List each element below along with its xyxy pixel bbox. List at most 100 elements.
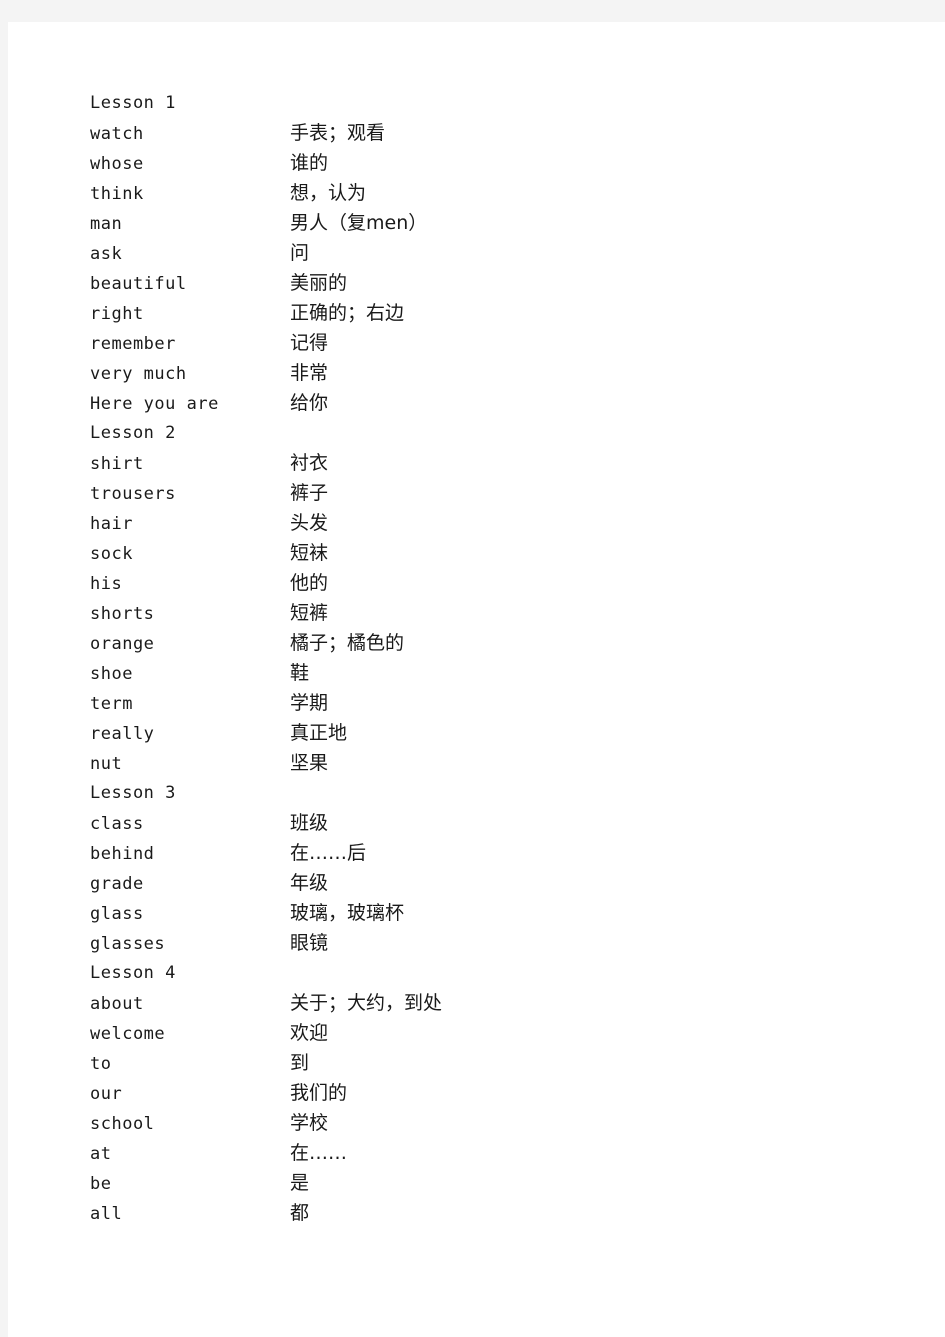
vocabulary-row: sock 短袜 <box>90 538 890 568</box>
vocabulary-definition: 关于；大约，到处 <box>290 992 443 1014</box>
vocabulary-definition: 玻璃，玻璃杯 <box>290 902 405 924</box>
vocabulary-row: shorts 短裤 <box>90 598 890 628</box>
vocabulary-term: our <box>90 1084 123 1104</box>
vocabulary-term: sock <box>90 544 133 564</box>
vocabulary-term: be <box>90 1174 112 1194</box>
vocabulary-term: really <box>90 724 155 744</box>
vocabulary-definition: 学校 <box>290 1112 329 1134</box>
vocabulary-row: class 班级 <box>90 808 890 838</box>
vocabulary-term: watch <box>90 124 144 144</box>
vocabulary-row: about 关于；大约，到处 <box>90 988 890 1018</box>
vocabulary-row: school 学校 <box>90 1108 890 1138</box>
vocabulary-row: at 在…… <box>90 1138 890 1168</box>
vocabulary-term: think <box>90 184 144 204</box>
vocabulary-definition: 短袜 <box>290 542 329 564</box>
vocabulary-row: right 正确的；右边 <box>90 298 890 328</box>
vocabulary-row: nut 坚果 <box>90 748 890 778</box>
vocabulary-term: about <box>90 994 144 1014</box>
vocabulary-row: term 学期 <box>90 688 890 718</box>
vocabulary-definition: 橘子；橘色的 <box>290 632 405 654</box>
vocabulary-row: really 真正地 <box>90 718 890 748</box>
vocabulary-row: grade 年级 <box>90 868 890 898</box>
vocabulary-definition: 真正地 <box>290 722 348 744</box>
vocabulary-row: his 他的 <box>90 568 890 598</box>
lesson-heading-label: Lesson 1 <box>90 93 176 113</box>
vocabulary-definition: 正确的；右边 <box>290 302 405 324</box>
lesson-heading-label: Lesson 3 <box>90 783 176 803</box>
lesson-heading-label: Lesson 4 <box>90 963 176 983</box>
vocabulary-row: whose 谁的 <box>90 148 890 178</box>
vocabulary-term: shirt <box>90 454 144 474</box>
vocabulary-definition: 男人（复men） <box>290 212 428 234</box>
vocabulary-definition: 非常 <box>290 362 329 384</box>
vocabulary-term: shorts <box>90 604 155 624</box>
vocabulary-term: glasses <box>90 934 166 954</box>
vocabulary-row: to 到 <box>90 1048 890 1078</box>
vocabulary-definition: 记得 <box>290 332 329 354</box>
vocabulary-term: glass <box>90 904 144 924</box>
vocabulary-term: trousers <box>90 484 176 504</box>
vocabulary-definition: 头发 <box>290 512 329 534</box>
vocabulary-definition: 裤子 <box>290 482 329 504</box>
vocabulary-definition: 欢迎 <box>290 1022 329 1044</box>
vocabulary-term: term <box>90 694 133 714</box>
vocabulary-definition: 坚果 <box>290 752 329 774</box>
vocabulary-term: whose <box>90 154 144 174</box>
vocabulary-row: hair 头发 <box>90 508 890 538</box>
vocabulary-term: ask <box>90 244 123 264</box>
vocabulary-definition: 我们的 <box>290 1082 348 1104</box>
vocabulary-definition: 问 <box>290 242 310 264</box>
vocabulary-definition: 在…… <box>290 1142 348 1164</box>
vocabulary-row: ask 问 <box>90 238 890 268</box>
vocabulary-term: his <box>90 574 123 594</box>
vocabulary-definition: 眼镜 <box>290 932 329 954</box>
vocabulary-term: man <box>90 214 123 234</box>
vocabulary-term: welcome <box>90 1024 166 1044</box>
vocabulary-term: nut <box>90 754 123 774</box>
vocabulary-row: man 男人（复men） <box>90 208 890 238</box>
vocabulary-list: Lesson 1 watch 手表；观看 whose 谁的 think 想，认为 man 男人（… <box>90 88 890 1228</box>
vocabulary-row: very much 非常 <box>90 358 890 388</box>
vocabulary-row: glasses 眼镜 <box>90 928 890 958</box>
vocabulary-definition: 年级 <box>290 872 329 894</box>
vocabulary-term: hair <box>90 514 133 534</box>
vocabulary-row: our 我们的 <box>90 1078 890 1108</box>
vocabulary-term: school <box>90 1114 155 1134</box>
vocabulary-definition: 学期 <box>290 692 329 714</box>
vocabulary-row: Here you are 给你 <box>90 388 890 418</box>
vocabulary-term: all <box>90 1204 123 1224</box>
vocabulary-term: orange <box>90 634 155 654</box>
vocabulary-definition: 谁的 <box>290 152 329 174</box>
vocabulary-term: class <box>90 814 144 834</box>
lesson-heading-row: Lesson 1 <box>90 88 890 118</box>
vocabulary-definition: 在……后 <box>290 842 367 864</box>
vocabulary-term: beautiful <box>90 274 187 294</box>
vocabulary-row: orange 橘子；橘色的 <box>90 628 890 658</box>
vocabulary-term: shoe <box>90 664 133 684</box>
vocabulary-term: Here you are <box>90 394 219 414</box>
vocabulary-row: welcome 欢迎 <box>90 1018 890 1048</box>
vocabulary-definition: 短裤 <box>290 602 329 624</box>
lesson-heading-row: Lesson 2 <box>90 418 890 448</box>
vocabulary-row: shoe 鞋 <box>90 658 890 688</box>
vocabulary-row: shirt 衬衣 <box>90 448 890 478</box>
vocabulary-row: behind 在……后 <box>90 838 890 868</box>
vocabulary-term: to <box>90 1054 112 1074</box>
vocabulary-definition: 他的 <box>290 572 329 594</box>
document-page: Lesson 1 watch 手表；观看 whose 谁的 think 想，认为 man 男人（… <box>8 22 945 1337</box>
vocabulary-row: glass 玻璃，玻璃杯 <box>90 898 890 928</box>
vocabulary-definition: 手表；观看 <box>290 122 386 144</box>
vocabulary-row: beautiful 美丽的 <box>90 268 890 298</box>
vocabulary-term: grade <box>90 874 144 894</box>
lesson-heading-label: Lesson 2 <box>90 423 176 443</box>
vocabulary-row: be 是 <box>90 1168 890 1198</box>
lesson-heading-row: Lesson 3 <box>90 778 890 808</box>
vocabulary-row: remember 记得 <box>90 328 890 358</box>
vocabulary-definition: 美丽的 <box>290 272 348 294</box>
vocabulary-definition: 都 <box>290 1202 310 1224</box>
vocabulary-definition: 想，认为 <box>290 182 367 204</box>
vocabulary-term: very much <box>90 364 187 384</box>
lesson-heading-row: Lesson 4 <box>90 958 890 988</box>
vocabulary-definition: 衬衣 <box>290 452 329 474</box>
vocabulary-definition: 班级 <box>290 812 329 834</box>
